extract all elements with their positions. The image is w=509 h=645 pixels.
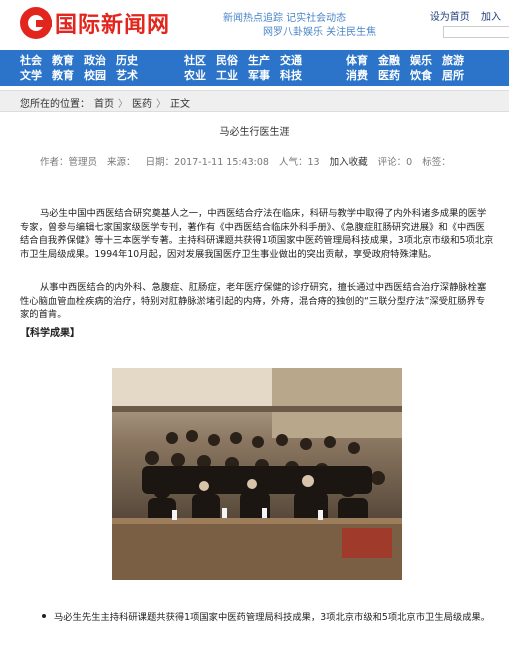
breadcrumb-category[interactable]: 医药 bbox=[132, 99, 152, 110]
breadcrumb-inner: 您所在的位置： 首页〉医药〉正文 bbox=[20, 95, 194, 110]
nav-item[interactable]: 政治 bbox=[84, 53, 106, 68]
meta-tags: 标签： bbox=[422, 157, 451, 168]
section-heading: 【科学成果】 bbox=[20, 328, 80, 339]
breadcrumb-separator: 〉 bbox=[118, 99, 128, 110]
nav-item[interactable]: 体育 bbox=[346, 53, 368, 68]
nav-item[interactable]: 校园 bbox=[84, 68, 106, 83]
breadcrumb-current: 正文 bbox=[170, 99, 190, 110]
meta-views: 人气：13 bbox=[278, 157, 320, 168]
nav-item[interactable]: 农业 bbox=[184, 68, 206, 83]
nav-item[interactable]: 历史 bbox=[116, 53, 138, 68]
nav-item[interactable]: 社会 bbox=[20, 53, 42, 68]
bullet-icon bbox=[42, 614, 46, 618]
search-input[interactable] bbox=[443, 26, 509, 38]
promo-line-1: 新闻热点追踪 记实社会动态 bbox=[223, 13, 347, 24]
nav-group-3: 体育 消费 金融 医药 娱乐 饮食 旅游 居所 bbox=[346, 53, 464, 83]
meta-comments[interactable]: 评论：0 bbox=[378, 157, 413, 168]
nav-item[interactable]: 艺术 bbox=[116, 68, 138, 83]
nav-group-2: 社区 农业 民俗 工业 生产 军事 交通 科技 bbox=[184, 53, 302, 83]
nav-item[interactable]: 娱乐 bbox=[410, 53, 432, 68]
conference-photo-image bbox=[112, 368, 402, 580]
breadcrumb: 您所在的位置： 首页〉医药〉正文 bbox=[0, 90, 509, 112]
nav-item[interactable]: 旅游 bbox=[442, 53, 464, 68]
nav-item[interactable]: 生产 bbox=[248, 53, 270, 68]
set-homepage-link[interactable]: 设为首页 bbox=[430, 12, 470, 23]
nav-group-1: 社会 文学 教育 教育 政治 校园 历史 艺术 bbox=[20, 53, 138, 83]
main-nav: 社会 文学 教育 教育 政治 校园 历史 艺术 社区 农业 民俗 工业 生产 军… bbox=[0, 50, 509, 86]
nav-item[interactable]: 科技 bbox=[280, 68, 302, 83]
nav-item[interactable]: 交通 bbox=[280, 53, 302, 68]
promo-line-2: 网罗八卦娱乐 关注民生焦 bbox=[263, 27, 377, 38]
nav-item[interactable]: 金融 bbox=[378, 53, 400, 68]
article-meta: 作者：管理员 来源： 日期：2017-1-11 15:43:08 人气：13 加… bbox=[40, 154, 458, 168]
nav-item[interactable]: 工业 bbox=[216, 68, 238, 83]
nav-item[interactable]: 社区 bbox=[184, 53, 206, 68]
breadcrumb-separator: 〉 bbox=[156, 99, 166, 110]
nav-item[interactable]: 医药 bbox=[378, 68, 400, 83]
add-favorite-button[interactable]: 加入收藏 bbox=[330, 157, 368, 168]
conference-photo bbox=[112, 368, 402, 580]
add-favorite-link[interactable]: 加入 bbox=[481, 12, 501, 23]
breadcrumb-home[interactable]: 首页 bbox=[94, 99, 114, 110]
nav-item[interactable]: 居所 bbox=[442, 68, 464, 83]
achievement-list-item: 马必生先生主持科研课题共获得1项国家中医药管理局科技成果，3项北京市级和5项北京… bbox=[20, 611, 494, 624]
breadcrumb-prefix: 您所在的位置： bbox=[20, 99, 90, 110]
article-paragraph-1: 马必生中国中西医结合研究奠基人之一，中西医结合疗法在临床，科研与教学中取得了内外… bbox=[20, 208, 494, 260]
header-promo: 新闻热点追踪 记实社会动态 网罗八卦娱乐 关注民生焦 bbox=[223, 12, 376, 40]
logo-text: 国际新闻网 bbox=[55, 12, 171, 38]
site-header: 国际新闻网 新闻热点追踪 记实社会动态 网罗八卦娱乐 关注民生焦 设为首页 加入 bbox=[0, 0, 509, 46]
site-logo[interactable]: 国际新闻网 bbox=[20, 6, 170, 40]
nav-item[interactable]: 饮食 bbox=[410, 68, 432, 83]
meta-source: 来源： bbox=[107, 157, 136, 168]
top-links: 设为首页 加入 bbox=[422, 8, 501, 23]
logo-g-icon bbox=[20, 7, 52, 39]
nav-item[interactable]: 民俗 bbox=[216, 53, 238, 68]
nav-item[interactable]: 军事 bbox=[248, 68, 270, 83]
achievement-text: 马必生先生主持科研课题共获得1项国家中医药管理局科技成果，3项北京市级和5项北京… bbox=[54, 612, 491, 623]
nav-item[interactable]: 文学 bbox=[20, 68, 42, 83]
nav-item[interactable]: 教育 bbox=[52, 68, 74, 83]
article-paragraph-2: 从事中西医结合的内外科、急腹症、肛肠症，老年医疗保健的诊疗研究，擅长通过中西医结… bbox=[20, 282, 487, 320]
nav-item[interactable]: 消费 bbox=[346, 68, 368, 83]
meta-author: 作者：管理员 bbox=[40, 157, 98, 168]
nav-item[interactable]: 教育 bbox=[52, 53, 74, 68]
meta-date: 日期：2017-1-11 15:43:08 bbox=[145, 157, 269, 168]
article-title: 马必生行医生涯 bbox=[219, 127, 290, 138]
